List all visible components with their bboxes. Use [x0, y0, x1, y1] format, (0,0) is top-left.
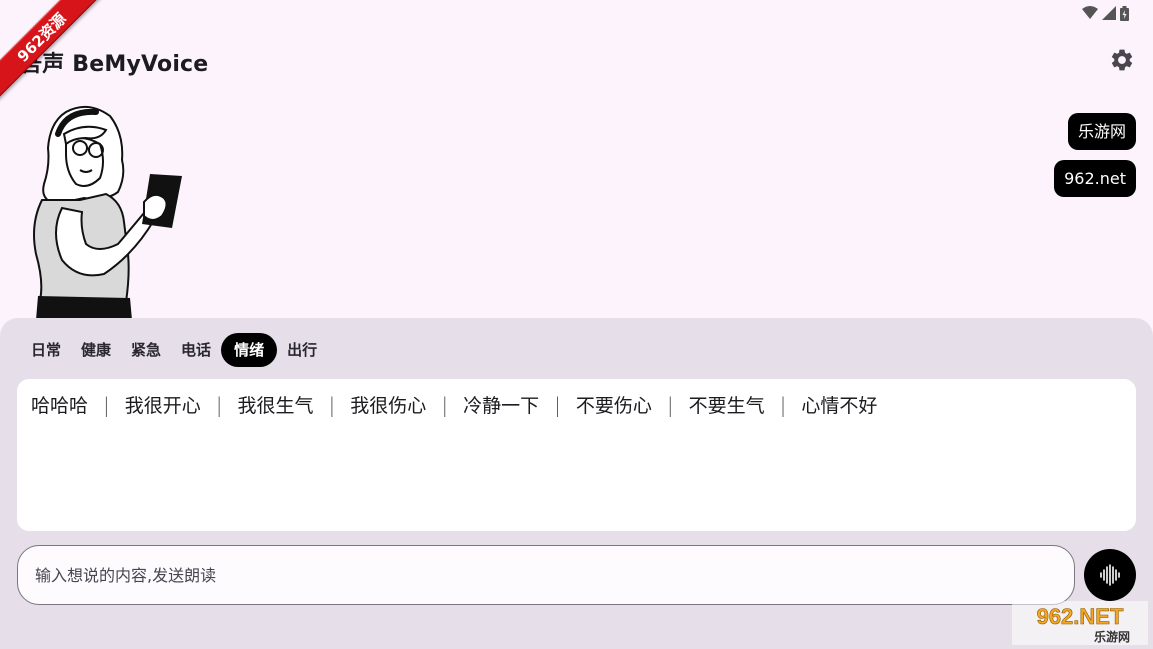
category-tabs: 日常 健康 紧急 电话 情绪 出行 — [21, 333, 327, 367]
phrase-panel: 日常 健康 紧急 电话 情绪 出行 哈哈哈 | 我很开心 | 我很生气 | 我很… — [0, 318, 1153, 649]
phrase-item[interactable]: 哈哈哈 — [31, 391, 88, 418]
speak-button[interactable] — [1084, 549, 1136, 601]
phrase-item[interactable]: 我很伤心 — [350, 391, 426, 418]
voice-wave-icon — [1100, 564, 1120, 586]
settings-button[interactable] — [1109, 47, 1135, 73]
tab-emergency[interactable]: 紧急 — [121, 333, 171, 367]
phrase-separator: | — [441, 392, 449, 417]
chip-962net[interactable]: 962.net — [1054, 160, 1136, 197]
phrase-item[interactable]: 我很生气 — [238, 391, 314, 418]
speech-text-field — [17, 545, 1075, 605]
wifi-icon — [1082, 6, 1098, 19]
phrase-item[interactable]: 心情不好 — [801, 391, 877, 418]
watermark-logo: 962.NET 乐游网 — [1012, 601, 1148, 645]
tab-daily[interactable]: 日常 — [21, 333, 71, 367]
gear-icon — [1111, 49, 1133, 71]
signal-icon — [1102, 6, 1116, 20]
tab-phone[interactable]: 电话 — [171, 333, 221, 367]
phrase-separator: | — [779, 392, 787, 417]
phrase-separator: | — [215, 392, 223, 417]
speech-text-input[interactable] — [35, 546, 1057, 604]
status-bar — [1082, 4, 1129, 22]
tab-health[interactable]: 健康 — [71, 333, 121, 367]
phrase-item[interactable]: 不要生气 — [689, 391, 765, 418]
tab-emotion[interactable]: 情绪 — [221, 333, 278, 367]
phrase-item[interactable]: 我很开心 — [125, 391, 201, 418]
watermark-top: 962.NET — [1037, 604, 1124, 629]
tab-travel[interactable]: 出行 — [277, 333, 327, 367]
chip-leyou[interactable]: 乐游网 — [1067, 113, 1136, 150]
promo-chips: 乐游网 962.net — [1054, 113, 1136, 197]
phrase-list: 哈哈哈 | 我很开心 | 我很生气 | 我很伤心 | 冷静一下 | 不要伤心 |… — [17, 379, 1136, 531]
phrase-separator: | — [328, 392, 336, 417]
person-with-phone-illustration — [33, 105, 182, 320]
promo-ribbon: 962资源 — [0, 0, 110, 110]
battery-icon — [1120, 5, 1129, 21]
phrase-item[interactable]: 不要伤心 — [576, 391, 652, 418]
phrase-separator: | — [666, 392, 674, 417]
phrase-item[interactable]: 冷静一下 — [463, 391, 539, 418]
phrase-separator: | — [103, 392, 110, 417]
promo-ribbon-text: 962资源 — [0, 0, 104, 100]
watermark-bottom: 乐游网 — [1094, 629, 1130, 644]
phrase-separator: | — [554, 392, 561, 417]
